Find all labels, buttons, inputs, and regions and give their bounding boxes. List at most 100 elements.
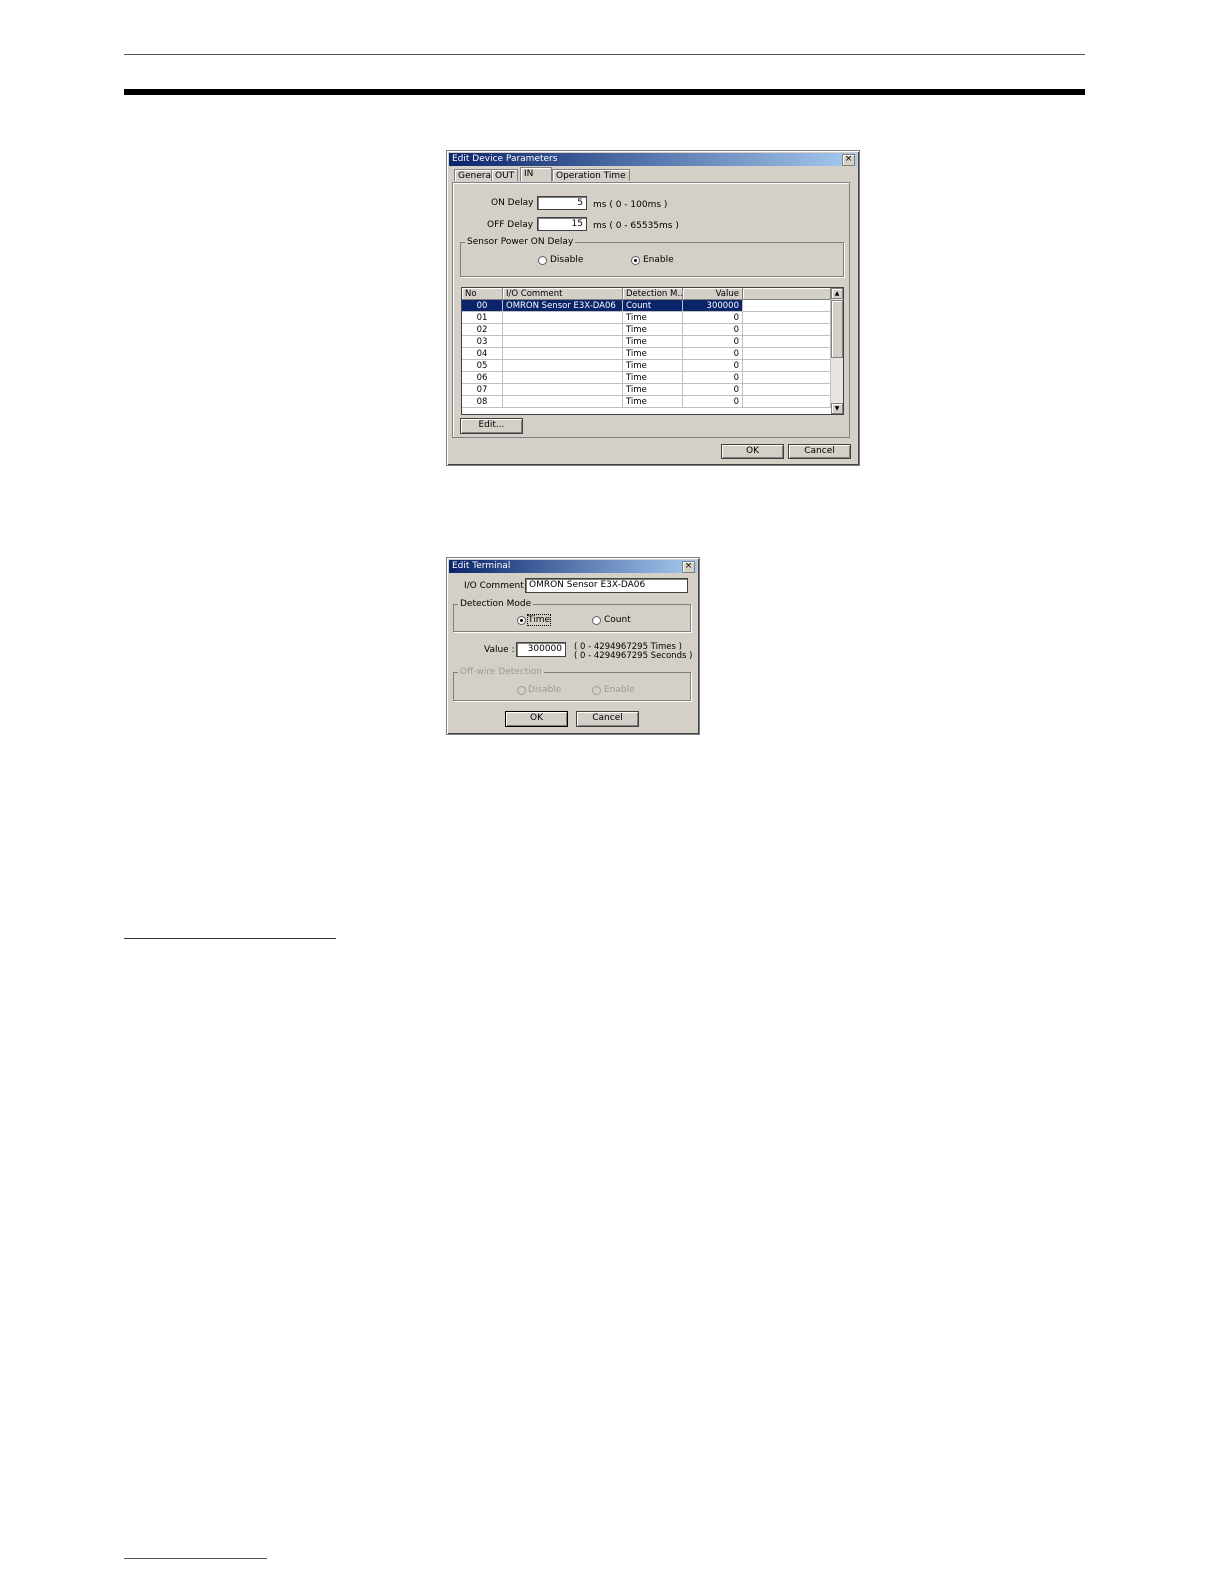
dialog-title: Edit Terminal: [452, 561, 511, 571]
row-mode-cell: Time: [623, 324, 683, 336]
row-mode-cell: Count: [623, 300, 683, 312]
column-header-value[interactable]: Value: [683, 288, 743, 300]
off-delay-input[interactable]: 15: [537, 217, 587, 231]
detection-time-radio[interactable]: [517, 616, 526, 625]
row-comment-cell: [503, 372, 623, 384]
value-input[interactable]: 300000: [516, 642, 566, 657]
on-delay-input[interactable]: 5: [537, 196, 587, 210]
scroll-up-icon[interactable]: ▲: [831, 288, 843, 299]
header-rule-thick: [124, 89, 1085, 95]
table-row[interactable]: 01 Time 0: [462, 312, 832, 324]
table-row[interactable]: 04 Time 0: [462, 348, 832, 360]
detection-time-label[interactable]: Time: [526, 614, 552, 626]
io-comment-input[interactable]: OMRON Sensor E3X-DA06: [525, 578, 688, 593]
row-mode-cell: Time: [623, 396, 683, 408]
off-wire-enable-label: Enable: [604, 685, 635, 695]
table-row[interactable]: 03 Time 0: [462, 336, 832, 348]
column-header-blank: [743, 288, 831, 300]
scroll-thumb[interactable]: [831, 300, 843, 358]
column-header-io-comment[interactable]: I/O Comment: [503, 288, 623, 300]
row-comment-cell: [503, 336, 623, 348]
table-row[interactable]: 07 Time 0: [462, 384, 832, 396]
row-value-cell: 0: [683, 372, 743, 384]
row-blank-cell: [743, 348, 831, 360]
off-wire-detection-group: Off-wire Detection: [453, 667, 691, 701]
tab-operation-time[interactable]: Operation Time: [552, 169, 630, 181]
column-header-detection-mode[interactable]: Detection M..: [623, 288, 683, 300]
cancel-button[interactable]: Cancel: [788, 444, 851, 459]
terminal-table: No I/O Comment Detection M.. Value 00 OMR…: [461, 287, 844, 415]
off-delay-range: ms ( 0 - 65535ms ): [593, 221, 679, 231]
on-delay-range: ms ( 0 - 100ms ): [593, 200, 668, 210]
on-delay-label: ON Delay :: [491, 198, 540, 208]
table-scrollbar[interactable]: ▲ ▼: [831, 288, 843, 414]
row-mode-cell: Time: [623, 312, 683, 324]
off-delay-label: OFF Delay :: [487, 220, 540, 230]
row-blank-cell: [743, 396, 831, 408]
column-header-no[interactable]: No: [462, 288, 503, 300]
edit-button[interactable]: Edit...: [460, 418, 523, 434]
row-comment-cell: [503, 360, 623, 372]
row-comment-cell: OMRON Sensor E3X-DA06: [503, 300, 623, 312]
row-blank-cell: [743, 300, 831, 312]
row-no-cell: 03: [462, 336, 503, 348]
row-no-cell: 00: [462, 300, 503, 312]
sensor-enable-label[interactable]: Enable: [643, 255, 674, 265]
sensor-disable-radio[interactable]: [538, 256, 547, 265]
row-value-cell: 0: [683, 312, 743, 324]
table-row[interactable]: 06 Time 0: [462, 372, 832, 384]
ok-button[interactable]: OK: [505, 711, 568, 727]
detection-count-radio[interactable]: [592, 616, 601, 625]
row-value-cell: 0: [683, 336, 743, 348]
row-mode-cell: Time: [623, 336, 683, 348]
tab-in[interactable]: IN: [520, 167, 552, 182]
row-blank-cell: [743, 372, 831, 384]
sensor-disable-label[interactable]: Disable: [550, 255, 583, 265]
row-comment-cell: [503, 312, 623, 324]
row-mode-cell: Time: [623, 348, 683, 360]
row-value-cell: 0: [683, 396, 743, 408]
detection-mode-title: Detection Mode: [458, 599, 534, 609]
sensor-enable-radio[interactable]: [631, 256, 640, 265]
row-mode-cell: Time: [623, 384, 683, 396]
row-value-cell: 0: [683, 360, 743, 372]
off-wire-detection-title: Off-wire Detection: [458, 667, 545, 677]
cancel-button[interactable]: Cancel: [576, 711, 639, 727]
row-no-cell: 05: [462, 360, 503, 372]
row-no-cell: 06: [462, 372, 503, 384]
dialog-title-bar: Edit Device Parameters ×: [449, 153, 857, 166]
io-comment-label: I/O Comment :: [464, 581, 530, 591]
tab-out[interactable]: OUT: [491, 169, 519, 181]
footer-rule: [124, 1558, 267, 1559]
table-row[interactable]: 00 OMRON Sensor E3X-DA06 Count 300000: [462, 300, 832, 312]
table-row[interactable]: 02 Time 0: [462, 324, 832, 336]
row-comment-cell: [503, 396, 623, 408]
detection-mode-group: Detection Mode: [453, 599, 691, 632]
row-mode-cell: Time: [623, 360, 683, 372]
scroll-down-icon[interactable]: ▼: [831, 403, 843, 414]
row-blank-cell: [743, 360, 831, 372]
row-no-cell: 07: [462, 384, 503, 396]
dialog-title-bar: Edit Terminal ×: [449, 560, 697, 573]
row-blank-cell: [743, 324, 831, 336]
row-blank-cell: [743, 384, 831, 396]
detection-count-label[interactable]: Count: [604, 615, 631, 625]
ok-button[interactable]: OK: [721, 444, 784, 459]
close-icon[interactable]: ×: [682, 561, 695, 573]
off-wire-disable-radio: [517, 686, 526, 695]
table-row[interactable]: 08 Time 0: [462, 396, 832, 408]
row-comment-cell: [503, 324, 623, 336]
section-rule: [124, 938, 336, 939]
header-rule-thin: [124, 54, 1085, 55]
row-value-cell: 0: [683, 384, 743, 396]
row-no-cell: 04: [462, 348, 503, 360]
table-header: No I/O Comment Detection M.. Value: [462, 288, 843, 300]
off-wire-disable-label: Disable: [528, 685, 562, 695]
close-icon[interactable]: ×: [842, 154, 855, 166]
value-label: Value :: [484, 645, 515, 655]
row-comment-cell: [503, 348, 623, 360]
value-range-seconds: ( 0 - 4294967295 Seconds ): [574, 651, 693, 661]
row-comment-cell: [503, 384, 623, 396]
row-value-cell: 0: [683, 324, 743, 336]
table-row[interactable]: 05 Time 0: [462, 360, 832, 372]
